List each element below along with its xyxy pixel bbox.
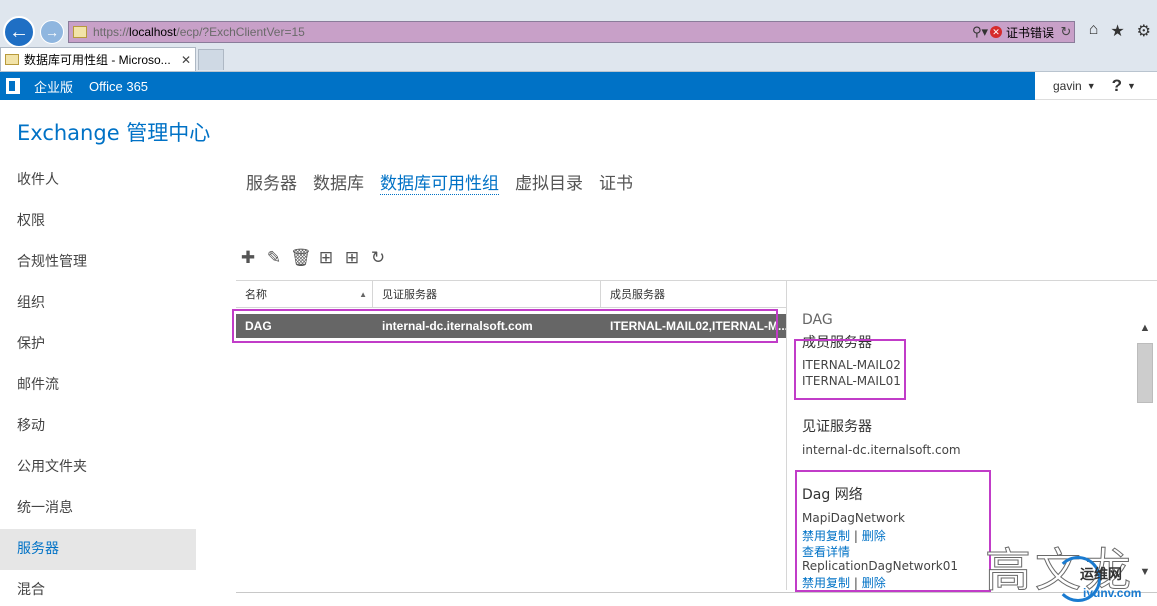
nav-item-compliance[interactable]: 合规性管理 (0, 242, 196, 283)
sub-tabs: 服务器 数据库 数据库可用性组 虚拟目录 证书 (246, 169, 633, 195)
nav-item-permissions[interactable]: 权限 (0, 201, 196, 242)
watermark: 高文龙 运维网 iyunv.com (985, 543, 1142, 602)
page-favicon-icon (73, 26, 87, 38)
new-tab-button[interactable] (198, 49, 224, 70)
nav-item-unified-messaging[interactable]: 统一消息 (0, 488, 196, 529)
refresh-page-icon[interactable]: ↻ (1058, 24, 1074, 40)
page-title: Exchange 管理中心 (17, 121, 211, 145)
nav-item-public-folders[interactable]: 公用文件夹 (0, 447, 196, 488)
help-button[interactable]: ? (1112, 76, 1122, 96)
settings-gear-icon[interactable]: ⚙ (1137, 21, 1151, 41)
column-header-name[interactable]: 名称 ▲ (236, 281, 373, 307)
nav-item-recipients[interactable]: 收件人 (0, 160, 196, 201)
tab-virtual-directories[interactable]: 虚拟目录 (515, 169, 583, 195)
nav-item-protection[interactable]: 保护 (0, 324, 196, 365)
address-bar[interactable]: https://localhost/ecp/?ExchClientVer=15 … (68, 21, 1075, 43)
highlight-box-row (232, 309, 778, 343)
nav-item-hybrid[interactable]: 混合 (0, 570, 196, 606)
nav-item-mailflow[interactable]: 邮件流 (0, 365, 196, 406)
user-menu[interactable]: gavin (1053, 79, 1082, 93)
help-chevron-down-icon[interactable]: ▼ (1127, 81, 1136, 91)
tab-databases[interactable]: 数据库 (313, 169, 364, 195)
url-text[interactable]: https://localhost/ecp/?ExchClientVer=15 (93, 25, 970, 39)
add-network-icon[interactable]: ⊞ (342, 248, 362, 268)
office-logo-icon[interactable] (6, 78, 20, 94)
close-tab-icon[interactable]: ✕ (181, 53, 191, 67)
cert-error-label: 证书错误 (1005, 25, 1054, 40)
highlight-box-members (794, 339, 906, 400)
scroll-thumb[interactable] (1137, 343, 1153, 403)
edition-link[interactable]: 企业版 (34, 77, 73, 96)
tab-label: 数据库可用性组 - Microso... (24, 53, 171, 67)
forward-button[interactable]: → (40, 20, 64, 44)
home-icon[interactable]: ⌂ (1089, 21, 1099, 41)
nav-item-mobile[interactable]: 移动 (0, 406, 196, 447)
sort-asc-icon: ▲ (359, 289, 367, 299)
left-nav: 收件人 权限 合规性管理 组织 保护 邮件流 移动 公用文件夹 统一消息 服务器… (0, 160, 196, 606)
tab-favicon-icon (5, 54, 19, 65)
add-witness-icon[interactable]: ⊞ (316, 248, 336, 268)
add-icon[interactable]: ✚ (238, 248, 258, 268)
toolbar: ✚ ✎ 🗑 ⊞ ⊞ ↻ (238, 248, 388, 268)
error-icon: ✕ (989, 26, 1002, 38)
cert-error-button[interactable]: ✕ 证书错误 (989, 24, 1054, 41)
office365-link[interactable]: Office 365 (89, 79, 148, 94)
witness-server-value: internal-dc.iternalsoft.com (802, 443, 961, 457)
favorites-star-icon[interactable]: ★ (1110, 21, 1124, 41)
search-icon[interactable]: ⚲▾ (970, 24, 990, 40)
browser-chrome: ← → https://localhost/ecp/?ExchClientVer… (0, 0, 1157, 72)
details-title: DAG (802, 312, 833, 328)
refresh-icon[interactable]: ↻ (368, 248, 388, 268)
chevron-down-icon[interactable]: ▼ (1087, 81, 1096, 91)
nav-item-organization[interactable]: 组织 (0, 283, 196, 324)
tab-servers[interactable]: 服务器 (246, 169, 297, 195)
column-header-members[interactable]: 成员服务器 (601, 281, 786, 307)
tab-dag[interactable]: 数据库可用性组 (380, 169, 499, 195)
delete-icon[interactable]: 🗑 (290, 248, 312, 268)
browser-tab[interactable]: 数据库可用性组 - Microso... ✕ (0, 47, 196, 71)
back-button[interactable]: ← (3, 16, 35, 48)
grid-header: 名称 ▲ 见证服务器 成员服务器 (236, 280, 786, 308)
user-area: gavin ▼ ? ▼ (1035, 72, 1157, 100)
tab-certificates[interactable]: 证书 (599, 169, 633, 195)
witness-server-heading: 见证服务器 (802, 419, 872, 435)
column-header-witness[interactable]: 见证服务器 (373, 281, 601, 307)
app-top-bar: 企业版 Office 365 (0, 72, 1035, 100)
highlight-box-networks (795, 470, 991, 592)
edit-icon[interactable]: ✎ (264, 248, 284, 268)
nav-item-servers[interactable]: 服务器 (0, 529, 196, 570)
scroll-up-icon[interactable]: ▲ (1136, 322, 1154, 338)
